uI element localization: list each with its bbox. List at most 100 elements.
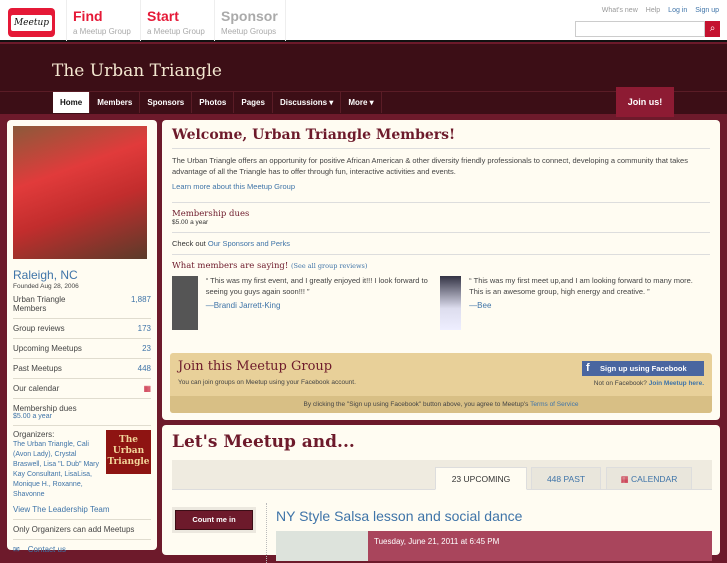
dues-heading: Membership dues [172, 209, 250, 219]
organizer-logo[interactable]: The Urban Triangle [106, 430, 151, 474]
organizers-list[interactable]: The Urban Triangle, Cali (Avon Lady), Cr… [13, 440, 101, 500]
stat-value: 23 [142, 344, 151, 353]
event-map[interactable] [276, 531, 368, 561]
review-item: “ This was my first event, and I greatly… [172, 276, 440, 330]
sidebar-dues: Membership dues $5.00 a year [13, 399, 151, 426]
meetups-panel: Let's Meetup and... 23 UPCOMING 448 PAST… [162, 425, 720, 563]
stat-members[interactable]: Urban Triangle Members 1,887 [13, 290, 151, 319]
stat-label: Past Meetups [13, 364, 62, 373]
contact-us[interactable]: ✉ Contact us [13, 540, 151, 559]
agree-notice: By clicking the "Sign up using Facebook"… [170, 396, 712, 413]
dues-amount: $5.00 a year [172, 219, 209, 226]
facebook-signup-button[interactable]: f Sign up using Facebook [582, 361, 704, 376]
sponsors-link[interactable]: Our Sponsors and Perks [208, 239, 290, 248]
meetups-heading: Let's Meetup and... [172, 432, 355, 452]
organizers-label: Organizers: [13, 430, 55, 439]
tab-upcoming[interactable]: 23 UPCOMING [435, 467, 527, 490]
stat-label: Urban Triangle Members [13, 295, 66, 313]
top-bar: Meetup Find a Meetup Group Start a Meetup … [0, 0, 727, 42]
review-quote: “ This was my first event, and I greatly… [205, 276, 428, 296]
calendar-icon: ▦ [620, 474, 632, 484]
nav-home[interactable]: Home [53, 92, 91, 113]
search-button[interactable]: ⌕ [705, 21, 720, 37]
leadership-link[interactable]: View The Leadership Team [13, 500, 151, 520]
event-title[interactable]: NY Style Salsa lesson and social dance [276, 508, 522, 524]
see-all-reviews-link[interactable]: (See all group reviews) [291, 262, 367, 270]
top-links: What's new Help Log in Sign up [594, 7, 719, 14]
group-title[interactable]: The Urban Triangle [52, 61, 222, 81]
welcome-panel: Welcome, Urban Triangle Members! The Urb… [162, 120, 720, 420]
stat-reviews[interactable]: Group reviews 173 [13, 319, 151, 339]
contact-text: Contact us [27, 545, 66, 554]
sponsor-sub: Meetup Groups [221, 27, 277, 36]
calendar-icon: ▦ [143, 384, 151, 393]
leadership-text: View The Leadership Team [13, 505, 110, 514]
sponsor-link[interactable]: Sponsor Meetup Groups [214, 0, 286, 41]
calendar-label: Our calendar [13, 384, 60, 393]
join-meetup-link[interactable]: Join Meetup here. [649, 380, 704, 387]
only-org-text: Only Organizers can add Meetups [13, 525, 135, 534]
review-item: “ This was my first meet up,and I am loo… [440, 276, 708, 330]
meetup-tabs: 23 UPCOMING 448 PAST ▦ CALENDAR [172, 460, 712, 490]
nav-photos[interactable]: Photos [192, 92, 235, 113]
check-out-text: Check out [172, 239, 208, 248]
group-photo[interactable] [13, 126, 147, 259]
join-us-button[interactable]: Join us! [616, 87, 674, 117]
find-sub: a Meetup Group [73, 27, 131, 36]
review-author[interactable]: —Bee [469, 301, 708, 310]
not-fb-text: Not on Facebook? [593, 380, 647, 387]
search-input[interactable] [575, 21, 705, 37]
sidebar: Raleigh, NC Founded Aug 28, 2006 Urban T… [7, 120, 157, 554]
find-link[interactable]: Find a Meetup Group [66, 0, 140, 41]
only-organizers: Only Organizers can add Meetups [13, 520, 151, 540]
agree-text: By clicking the "Sign up using Facebook"… [303, 401, 531, 408]
org-logo-text: The Urban Triangle [107, 435, 150, 467]
nav-members[interactable]: Members [90, 92, 141, 113]
sponsor-title: Sponsor [221, 8, 278, 24]
our-calendar[interactable]: Our calendar ▦ [13, 379, 151, 399]
terms-link[interactable]: Terms of Service [530, 401, 578, 408]
join-heading: Join this Meetup Group [178, 359, 333, 374]
calendar-tab-label: CALENDAR [631, 474, 678, 484]
facebook-icon: f [586, 362, 590, 374]
signup-link[interactable]: Sign up [695, 7, 719, 14]
start-sub: a Meetup Group [147, 27, 205, 36]
nav-more[interactable]: More ▾ [341, 92, 382, 113]
divider [266, 503, 267, 563]
dues-value: $5.00 a year [13, 413, 52, 420]
meetup-logo[interactable]: Meetup [8, 8, 55, 37]
nav-pages[interactable]: Pages [234, 92, 273, 113]
find-title: Find [73, 8, 103, 24]
welcome-heading: Welcome, Urban Triangle Members! [172, 127, 710, 149]
stat-value: 173 [137, 324, 151, 333]
help-link[interactable]: Help [646, 7, 660, 14]
group-city[interactable]: Raleigh, NC [13, 268, 151, 282]
tab-calendar[interactable]: ▦ CALENDAR [606, 467, 692, 490]
tab-past[interactable]: 448 PAST [531, 467, 601, 490]
nav-discussions[interactable]: Discussions ▾ [273, 92, 342, 113]
review-author[interactable]: —Brandi Jarrett-King [206, 301, 440, 310]
stat-value: 448 [137, 364, 151, 373]
logo-text: Meetup [11, 15, 52, 31]
stat-past[interactable]: Past Meetups 448 [13, 359, 151, 379]
saying-text: What members are saying! [172, 261, 289, 271]
reviews-heading: What members are saying! (See all group … [172, 261, 710, 271]
whats-new-link[interactable]: What's new [602, 7, 638, 14]
join-group-box: Join this Meetup Group You can join grou… [170, 353, 712, 413]
group-description: The Urban Triangle offers an opportunity… [172, 156, 688, 176]
nav-sponsors[interactable]: Sponsors [140, 92, 193, 113]
event-date: Tuesday, June 21, 2011 at 6:45 PM [368, 531, 712, 561]
stat-label: Group reviews [13, 324, 65, 333]
login-link[interactable]: Log in [668, 7, 687, 14]
not-on-facebook: Not on Facebook? Join Meetup here. [594, 380, 704, 387]
dues-label: Membership dues [13, 404, 77, 413]
stat-upcoming[interactable]: Upcoming Meetups 23 [13, 339, 151, 359]
start-link[interactable]: Start a Meetup Group [140, 0, 214, 41]
mail-icon: ✉ [13, 545, 20, 554]
organizers: Organizers: The Urban Triangle, Cali (Avo… [13, 426, 151, 500]
reviewer-avatar[interactable] [172, 276, 198, 330]
learn-more-link[interactable]: Learn more about this Meetup Group [172, 182, 710, 191]
reviewer-avatar[interactable] [440, 276, 462, 330]
count-me-in-label: Count me in [175, 510, 253, 530]
count-me-in-button[interactable]: Count me in [172, 507, 256, 533]
